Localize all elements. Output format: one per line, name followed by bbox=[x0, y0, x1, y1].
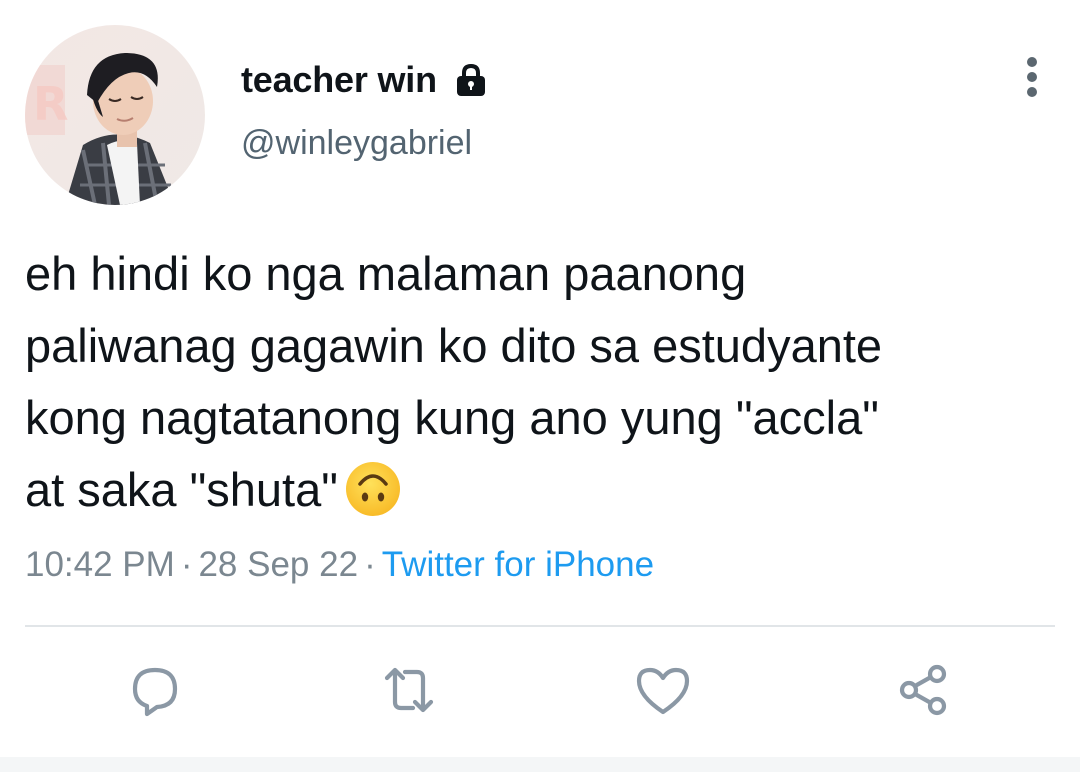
user-handle[interactable]: @winleygabriel bbox=[241, 124, 472, 163]
tweet-text-line-last: at saka "shuta" bbox=[25, 454, 1055, 526]
tweet-meta: 10:42 PM · 28 Sep 22 · Twitter for iPhone bbox=[25, 545, 654, 585]
divider bbox=[25, 625, 1055, 627]
like-icon bbox=[636, 667, 690, 715]
more-options-button[interactable] bbox=[1010, 52, 1054, 102]
bottom-strip bbox=[0, 757, 1080, 772]
tweet-actions bbox=[0, 655, 1080, 725]
upside-down-face-emoji bbox=[344, 460, 402, 518]
avatar[interactable]: R bbox=[25, 25, 205, 205]
retweet-button[interactable] bbox=[374, 655, 444, 725]
lock-icon bbox=[453, 62, 489, 98]
author-name-row: teacher win bbox=[241, 58, 489, 102]
avatar-photo: R bbox=[25, 25, 205, 205]
like-button[interactable] bbox=[628, 655, 698, 725]
share-button[interactable] bbox=[888, 655, 958, 725]
tweet-text-line: kong nagtatanong kung ano yung "accla" bbox=[25, 391, 879, 444]
tweet-date: 28 Sep 22 bbox=[198, 545, 359, 584]
tweet-time: 10:42 PM bbox=[25, 545, 175, 584]
tweet-text-line-content: at saka "shuta" bbox=[25, 463, 338, 516]
reply-button[interactable] bbox=[120, 655, 190, 725]
more-vertical-icon bbox=[1027, 57, 1037, 97]
meta-separator: · bbox=[180, 545, 193, 584]
tweet-text: eh hindi ko nga malaman paanong paliwana… bbox=[25, 238, 1055, 526]
meta-separator: · bbox=[364, 545, 376, 584]
display-name[interactable]: teacher win bbox=[241, 59, 437, 101]
svg-text:R: R bbox=[33, 77, 68, 131]
reply-icon bbox=[132, 667, 178, 717]
retweet-icon bbox=[384, 667, 434, 713]
tweet-text-line: paliwanag gagawin ko dito sa estudyante bbox=[25, 319, 883, 372]
share-icon bbox=[899, 664, 947, 716]
tweet-card: R teacher win @winleygabriel eh hindi ko… bbox=[0, 0, 1080, 772]
tweet-source-link[interactable]: Twitter for iPhone bbox=[382, 545, 654, 584]
tweet-text-line: eh hindi ko nga malaman paanong bbox=[25, 247, 747, 300]
